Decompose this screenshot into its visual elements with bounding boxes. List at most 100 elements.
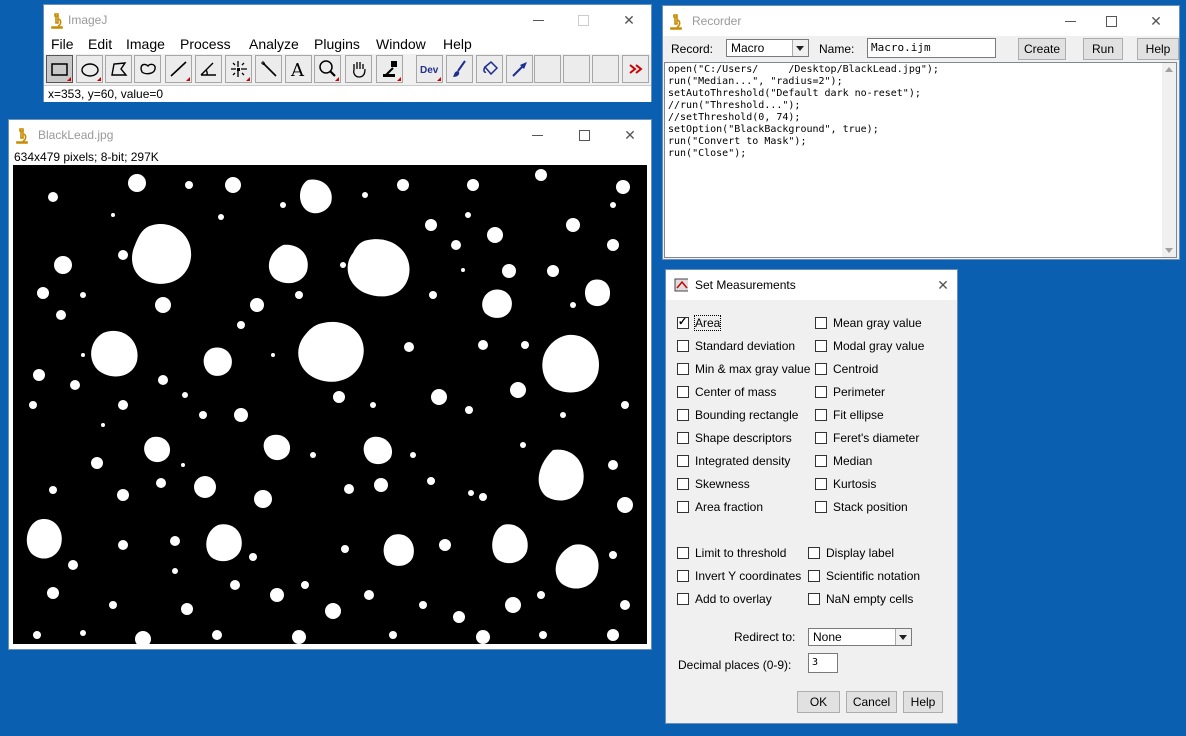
angle-tool[interactable] — [195, 55, 222, 83]
measure-icon — [674, 278, 688, 292]
image-canvas[interactable] — [13, 165, 647, 647]
maximize-button[interactable] — [572, 9, 594, 31]
ok-button[interactable]: OK — [797, 691, 840, 713]
hand-tool[interactable] — [345, 55, 372, 83]
checkbox-area[interactable]: Area — [677, 315, 722, 331]
checkbox-box — [677, 340, 689, 352]
point-tool[interactable] — [225, 55, 252, 83]
macro-code-editor[interactable]: open("C:/Users/ /Desktop/BlackLead.jpg")… — [664, 62, 1177, 258]
checkbox-centroid[interactable]: Centroid — [815, 362, 878, 376]
menu-help[interactable]: Help — [443, 36, 472, 52]
menu-process[interactable]: Process — [180, 36, 231, 52]
run-button[interactable]: Run — [1083, 38, 1123, 60]
close-button[interactable]: ✕ — [619, 124, 641, 146]
close-button[interactable]: ✕ — [932, 274, 954, 296]
checkbox-box — [815, 432, 827, 444]
help-button[interactable]: Help — [1137, 38, 1179, 60]
bucket-icon — [483, 60, 499, 76]
imagej-titlebar[interactable]: ImageJ ✕ — [44, 5, 651, 35]
line-tool[interactable] — [165, 55, 192, 83]
checkbox-kurtosis[interactable]: Kurtosis — [815, 477, 876, 491]
wand-icon — [261, 61, 277, 77]
wand-tool[interactable] — [255, 55, 282, 83]
checkbox-box — [677, 593, 689, 605]
checkbox-area-fraction[interactable]: Area fraction — [677, 500, 763, 514]
checkbox-mean-gray[interactable]: Mean gray value — [815, 316, 922, 330]
oval-tool[interactable] — [76, 55, 103, 83]
angle-icon — [200, 62, 216, 76]
polygon-tool[interactable] — [105, 55, 132, 83]
line-icon — [170, 61, 187, 77]
checkbox-skewness[interactable]: Skewness — [677, 477, 750, 491]
rectangle-tool[interactable] — [46, 55, 73, 83]
checkbox-box — [815, 455, 827, 467]
checkbox-limit-to-threshold[interactable]: Limit to threshold — [677, 546, 786, 560]
color-picker-tool[interactable] — [376, 55, 403, 83]
text-tool[interactable]: A — [285, 55, 312, 83]
record-mode-select[interactable]: Macro — [726, 39, 809, 57]
dialog-titlebar[interactable]: Set Measurements ✕ — [666, 270, 957, 300]
checkbox-center-of-mass[interactable]: Center of mass — [677, 385, 776, 399]
double-chevron-right-icon — [629, 64, 643, 74]
close-button[interactable]: ✕ — [618, 9, 640, 31]
macro-code-text: open("C:/Users/ /Desktop/BlackLead.jpg")… — [668, 64, 939, 159]
oval-icon — [81, 63, 99, 77]
decimal-places-label: Decimal places (0-9): — [678, 658, 792, 672]
redirect-select[interactable]: None — [808, 628, 912, 646]
maximize-button[interactable] — [1100, 10, 1122, 32]
checkbox-box — [677, 315, 689, 329]
more-tools-menu[interactable] — [622, 55, 649, 83]
record-mode-value: Macro — [731, 41, 765, 55]
checkbox-box — [677, 570, 689, 582]
close-button[interactable]: ✕ — [1145, 10, 1167, 32]
checkbox-box — [677, 432, 689, 444]
record-label: Record: — [671, 42, 714, 56]
menu-plugins[interactable]: Plugins — [314, 36, 360, 52]
checkbox-median[interactable]: Median — [815, 454, 872, 468]
menu-analyze[interactable]: Analyze — [249, 36, 299, 52]
checkbox-ferets-diameter[interactable]: Feret's diameter — [815, 431, 919, 445]
maximize-button[interactable] — [573, 124, 595, 146]
checkbox-bounding-rectangle[interactable]: Bounding rectangle — [677, 408, 798, 422]
menu-file[interactable]: File — [51, 36, 74, 52]
recorder-titlebar[interactable]: Recorder ✕ — [663, 6, 1179, 36]
checkbox-min-max-gray[interactable]: Min & max gray value — [677, 362, 810, 376]
checkbox-scientific-notation[interactable]: Scientific notation — [808, 569, 920, 583]
brush-tool[interactable] — [446, 55, 473, 83]
checkbox-shape-descriptors[interactable]: Shape descriptors — [677, 431, 792, 445]
menu-edit[interactable]: Edit — [88, 36, 112, 52]
flood-fill-tool[interactable] — [476, 55, 503, 83]
checkbox-display-label[interactable]: Display label — [808, 546, 894, 560]
set-measurements-dialog: Set Measurements ✕ Area Standard deviati… — [666, 270, 957, 723]
checkbox-fit-ellipse[interactable]: Fit ellipse — [815, 408, 884, 422]
image-titlebar[interactable]: BlackLead.jpg ✕ — [9, 120, 651, 150]
menu-image[interactable]: Image — [126, 36, 165, 52]
checkbox-box — [815, 317, 827, 329]
cancel-button[interactable]: Cancel — [846, 691, 897, 713]
menu-window[interactable]: Window — [376, 36, 426, 52]
code-scrollbar[interactable] — [1162, 63, 1176, 257]
checkbox-integrated-density[interactable]: Integrated density — [677, 454, 790, 468]
freehand-icon — [140, 63, 156, 75]
checkbox-nan-empty-cells[interactable]: NaN empty cells — [808, 592, 913, 606]
macro-name-field[interactable]: Macro.ijm — [867, 38, 996, 58]
help-button[interactable]: Help — [903, 691, 943, 713]
checkbox-perimeter[interactable]: Perimeter — [815, 385, 885, 399]
arrow-tool[interactable] — [506, 55, 533, 83]
checkbox-stack-position[interactable]: Stack position — [815, 500, 908, 514]
minimize-button[interactable] — [528, 9, 550, 31]
developer-menu[interactable]: Dev — [416, 55, 443, 83]
redirect-label: Redirect to: — [734, 630, 796, 644]
checkbox-invert-y[interactable]: Invert Y coordinates — [677, 569, 801, 583]
eyedropper-icon — [383, 61, 397, 77]
checkbox-standard-deviation[interactable]: Standard deviation — [677, 339, 795, 353]
minimize-button[interactable] — [527, 124, 549, 146]
checkbox-box — [815, 501, 827, 513]
magnifier-tool[interactable] — [314, 55, 341, 83]
minimize-button[interactable] — [1060, 10, 1082, 32]
decimal-places-field[interactable]: 3 — [808, 653, 838, 673]
freehand-tool[interactable] — [134, 55, 161, 83]
checkbox-modal-gray[interactable]: Modal gray value — [815, 339, 924, 353]
create-button[interactable]: Create — [1018, 38, 1066, 60]
checkbox-add-to-overlay[interactable]: Add to overlay — [677, 592, 772, 606]
